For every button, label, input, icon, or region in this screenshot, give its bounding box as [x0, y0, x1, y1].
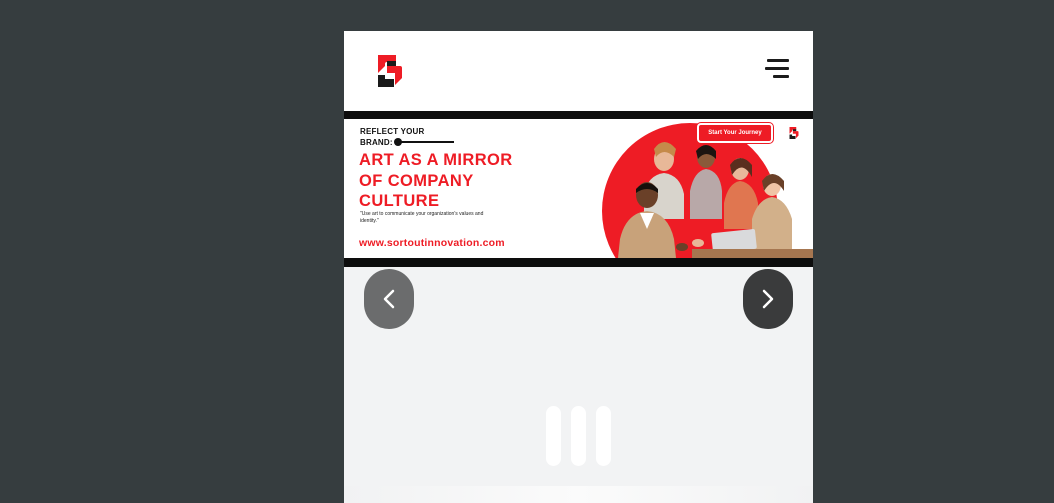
banner-headline: ART AS A MIRROR OF COMPANY CULTURE	[359, 151, 513, 210]
mobile-viewport: REFLECT YOUR BRAND: ART AS A MIRROR OF C…	[344, 31, 813, 503]
banner-quote: "Use art to communicate your organizatio…	[360, 211, 484, 224]
loader-bar	[596, 406, 611, 466]
start-journey-badge[interactable]: Start Your Journey	[697, 123, 773, 143]
sortout-logo-icon[interactable]	[374, 53, 406, 89]
site-header	[344, 31, 813, 111]
banner-website: www.sortoutinnovation.com	[359, 237, 505, 249]
hero-banner[interactable]: REFLECT YOUR BRAND: ART AS A MIRROR OF C…	[344, 111, 813, 267]
carousel-next-button[interactable]	[743, 269, 793, 329]
loader-bar	[546, 406, 561, 466]
loader-bar	[571, 406, 586, 466]
banner-slide: REFLECT YOUR BRAND: ART AS A MIRROR OF C…	[344, 119, 813, 258]
hamburger-menu-icon[interactable]	[765, 59, 789, 81]
banner-logo-icon	[788, 126, 800, 140]
chevron-left-icon	[383, 289, 395, 309]
content-section-edge	[344, 486, 813, 503]
kicker-line	[396, 141, 454, 143]
carousel-prev-button[interactable]	[364, 269, 414, 329]
chevron-right-icon	[762, 289, 774, 309]
